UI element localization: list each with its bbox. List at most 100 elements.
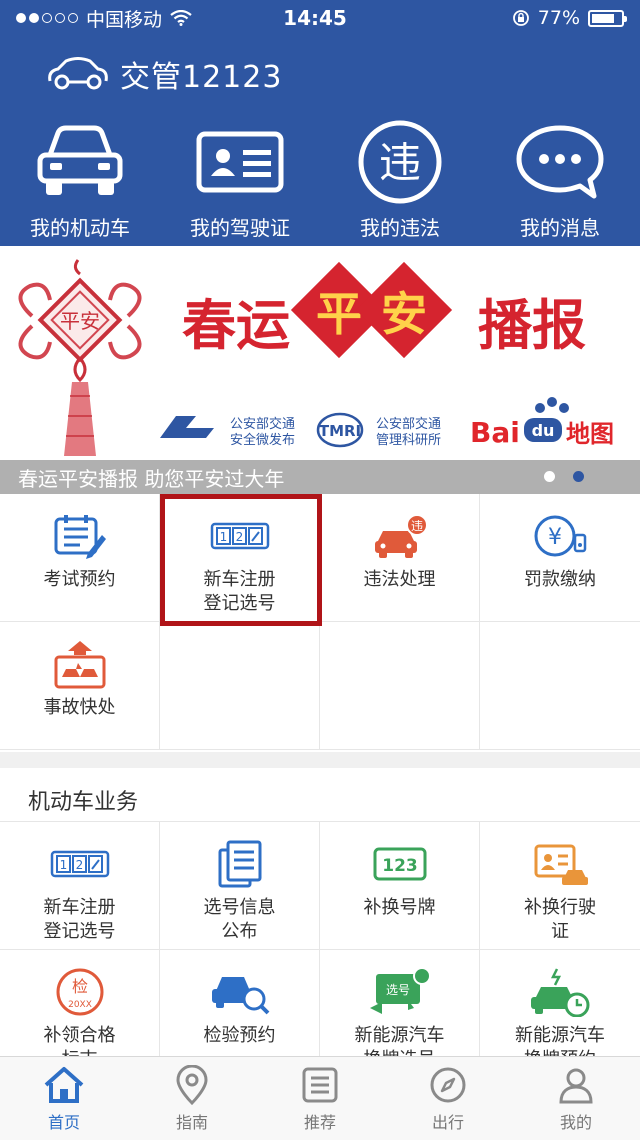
svg-text:平: 平 (316, 287, 362, 341)
home-icon (44, 1067, 84, 1103)
wifi-icon (170, 10, 192, 26)
quick-my-license[interactable]: 我的驾驶证 (160, 118, 320, 241)
new-energy-plate-icon: 选号 (369, 967, 431, 1014)
list-icon (302, 1067, 338, 1103)
svg-text:检: 检 (71, 977, 87, 996)
service-label: 选号信息 公布 (203, 897, 276, 942)
vehicle-replace-permit[interactable]: 补换行驶 证 (480, 822, 640, 950)
tab-home[interactable]: 首页 (0, 1057, 128, 1140)
svg-text:管理科研所: 管理科研所 (376, 433, 441, 448)
banner-artwork: 平安 春运 平 安 播报 公安部交通 安全微发布 TMRI 公安部交通 管理科研… (18, 259, 614, 456)
empty-cell (160, 622, 320, 750)
quick-my-messages[interactable]: 我的消息 (480, 118, 640, 241)
plate-123-icon: 123 (373, 847, 426, 881)
service-label: 新车注册 登记选号 (43, 897, 116, 942)
svg-text:TMRI: TMRI (319, 422, 361, 440)
service-label: 考试预约 (43, 569, 116, 590)
pager-dot[interactable] (544, 471, 555, 482)
svg-text:安: 安 (381, 287, 427, 341)
section-title-vehicle: 机动车业务 (0, 768, 640, 822)
exam-booking-icon (54, 515, 106, 559)
car-search-icon (211, 977, 269, 1015)
service-fine-payment[interactable]: ¥ 罚款缴纳 (480, 494, 640, 622)
svg-text:违: 违 (410, 519, 422, 533)
service-label: 罚款缴纳 (524, 569, 596, 590)
document-icon (218, 840, 261, 888)
fine-payment-icon: ¥ (534, 515, 587, 557)
quick-label: 我的违法 (360, 216, 440, 240)
svg-text:平安: 平安 (60, 309, 100, 333)
tab-label: 出行 (431, 1113, 464, 1132)
empty-cell (320, 622, 480, 750)
plate-number-icon: 1 2 (210, 522, 269, 550)
svg-text:公安部交通: 公安部交通 (230, 416, 295, 432)
tab-label: 首页 (47, 1113, 80, 1132)
tab-label: 我的 (559, 1113, 592, 1132)
vehicle-services-grid: 1 2 新车注册 登记选号 选号信息 公布 123 补换号牌 补换行驶 证 检 … (0, 822, 640, 1078)
svg-text:1: 1 (59, 858, 67, 872)
service-label: 新车注册 登记选号 (203, 569, 276, 614)
violation-icon: 违 (358, 120, 442, 204)
service-accident[interactable]: 事故快处 (0, 622, 160, 750)
compass-icon (430, 1067, 466, 1103)
svg-text:1: 1 (219, 530, 227, 544)
promo-banner[interactable]: 平安 春运 平 安 播报 公安部交通 安全微发布 TMRI 公安部交通 管理科研… (0, 246, 640, 494)
plate-number-icon: 1 2 (50, 850, 109, 878)
tab-label: 推荐 (303, 1113, 336, 1132)
license-card-icon (196, 131, 284, 193)
tab-mine[interactable]: 我的 (512, 1057, 640, 1140)
user-icon (559, 1068, 593, 1104)
partner-logos: 公安部交通 安全微发布 TMRI 公安部交通 管理科研所 Bai du 地图 (160, 397, 614, 449)
app-header: 交管12123 我的机动车 我的驾驶证 违 我的违法 我的消息 (0, 36, 640, 246)
quick-my-violation[interactable]: 违 我的违法 (320, 118, 480, 241)
accident-icon (54, 641, 105, 689)
service-exam-booking[interactable]: 考试预约 (0, 494, 160, 622)
pager-dot-active[interactable] (573, 471, 584, 482)
service-label: 违法处理 (363, 569, 436, 590)
battery-percent: 77% (537, 7, 580, 29)
clock: 14:45 (283, 6, 347, 30)
service-label: 补换行驶 证 (524, 897, 596, 942)
vehicle-new-car-plate[interactable]: 1 2 新车注册 登记选号 (0, 822, 160, 950)
svg-text:Bai: Bai (470, 416, 520, 449)
quick-label: 我的消息 (520, 216, 600, 240)
svg-text:地图: 地图 (566, 420, 614, 448)
vehicle-replace-plate[interactable]: 123 补换号牌 (320, 822, 480, 950)
app-title: 交管12123 (120, 60, 283, 95)
service-violation-handling[interactable]: 违 违法处理 (320, 494, 480, 622)
tab-bar: 首页 指南 推荐 出行 我的 (0, 1056, 640, 1140)
inspection-badge-icon: 检 20XX (56, 968, 103, 1016)
quick-label: 我的驾驶证 (190, 216, 290, 240)
banner-pager[interactable] (544, 471, 584, 482)
service-label: 事故快处 (43, 697, 116, 718)
message-bubble-icon (516, 125, 604, 199)
banner-headline-a: 春运 (182, 294, 290, 357)
new-energy-booking-icon (531, 968, 590, 1017)
quick-my-vehicle[interactable]: 我的机动车 (0, 118, 160, 241)
empty-cell (480, 622, 640, 750)
service-label: 检验预约 (203, 1025, 276, 1046)
status-bar: 中国移动 14:45 77% (0, 0, 640, 36)
rotation-lock-icon (512, 10, 529, 26)
section-divider (0, 752, 640, 768)
svg-text:公安部交通: 公安部交通 (376, 416, 441, 432)
violation-car-icon: 违 (374, 514, 428, 558)
service-new-car-plate[interactable]: 1 2 新车注册 登记选号 (160, 494, 320, 622)
svg-text:选号: 选号 (385, 983, 409, 997)
quick-label: 我的机动车 (30, 216, 130, 240)
svg-text:安全微发布: 安全微发布 (230, 432, 295, 448)
chinese-knot-icon: 平安 (18, 259, 142, 456)
signal-icon (16, 13, 78, 23)
driving-permit-icon (534, 844, 588, 885)
svg-text:¥: ¥ (548, 525, 562, 550)
vehicle-plate-info[interactable]: 选号信息 公布 (160, 822, 320, 950)
tab-guide[interactable]: 指南 (128, 1057, 256, 1140)
quick-links: 我的机动车 我的驾驶证 违 我的违法 我的消息 (0, 118, 640, 241)
svg-text:2: 2 (75, 858, 83, 872)
tab-recommend[interactable]: 推荐 (256, 1057, 384, 1140)
app-brand: 交管12123 (44, 52, 282, 96)
svg-text:123: 123 (382, 856, 418, 876)
tab-travel[interactable]: 出行 (384, 1057, 512, 1140)
car-icon (37, 125, 123, 195)
location-pin-icon (176, 1065, 208, 1105)
